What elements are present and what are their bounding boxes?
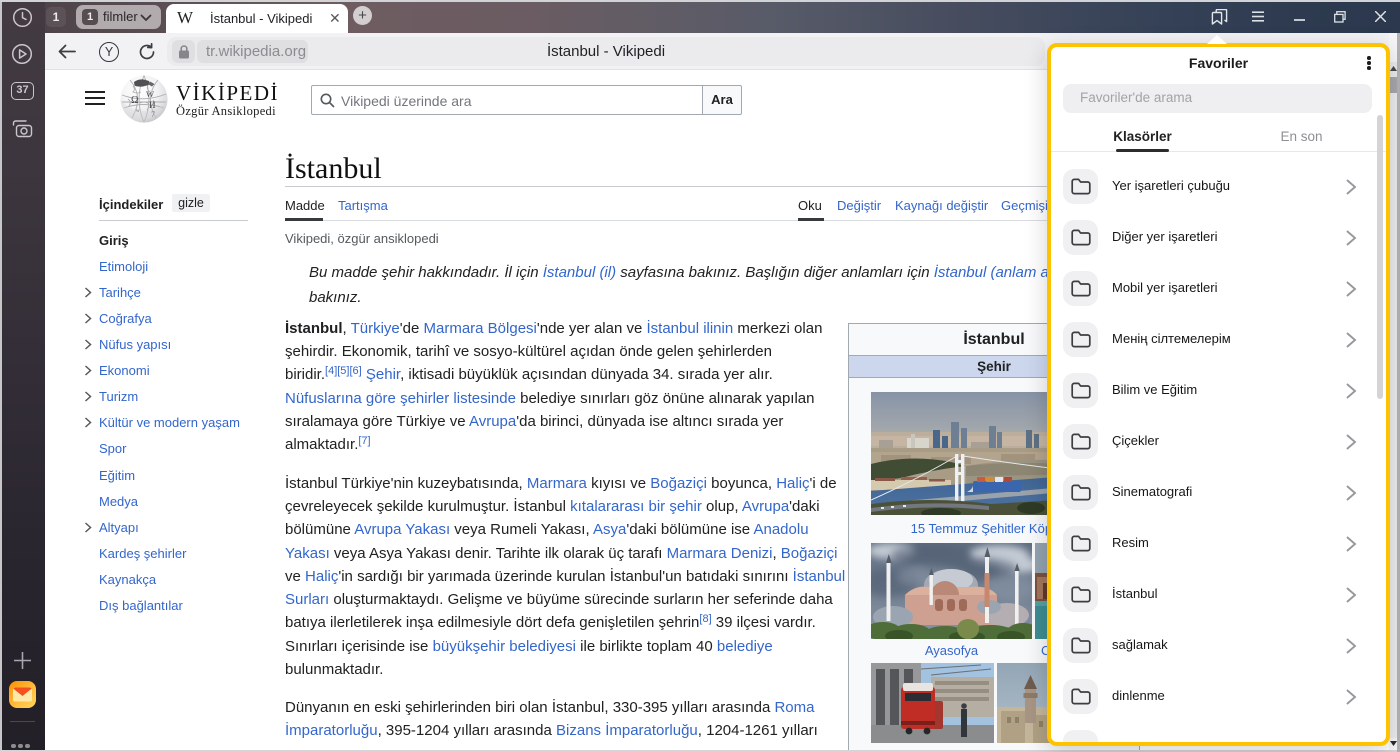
svg-text:Ω: Ω [131, 95, 138, 106]
svg-text:W: W [146, 89, 154, 99]
svg-text:И: И [149, 100, 156, 110]
